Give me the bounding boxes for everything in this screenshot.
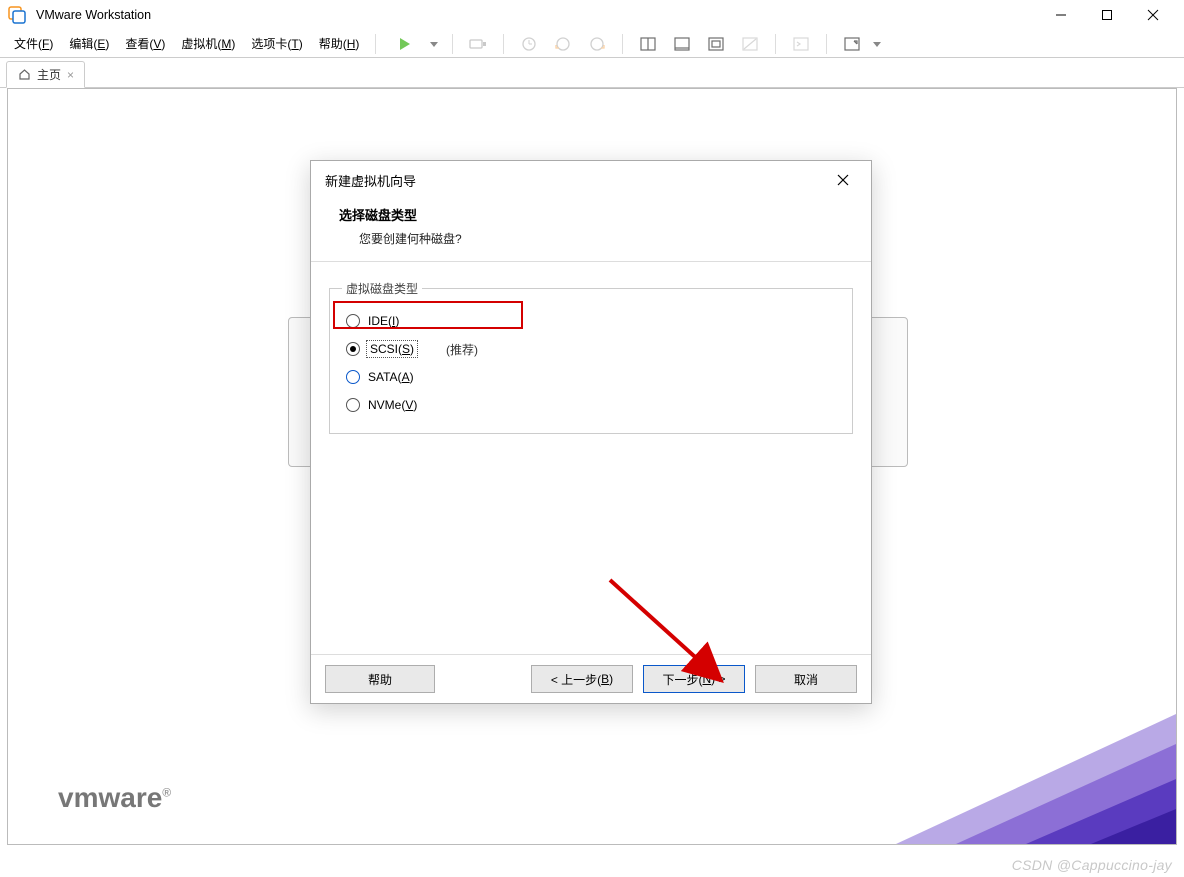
window-maximize-button[interactable] bbox=[1084, 0, 1130, 30]
menu-vm[interactable]: 虚拟机(M) bbox=[177, 32, 239, 55]
toolbar-separator bbox=[452, 34, 453, 54]
disk-type-group: 虚拟磁盘类型 IDE(I) SCSI(S) (推荐) SATA(A) NVMe bbox=[329, 280, 853, 434]
vmware-logo-icon bbox=[8, 6, 26, 24]
layout-split-icon[interactable] bbox=[635, 33, 661, 55]
menubar: 文件(F) 编辑(E) 查看(V) 虚拟机(M) 选项卡(T) 帮助(H) bbox=[0, 30, 1184, 58]
menu-view[interactable]: 查看(V) bbox=[121, 32, 169, 55]
new-vm-wizard-dialog: 新建虚拟机向导 选择磁盘类型 您要创建何种磁盘? 虚拟磁盘类型 IDE(I) S… bbox=[310, 160, 872, 704]
dialog-header: 选择磁盘类型 您要创建何种磁盘? bbox=[311, 199, 871, 261]
toolbar-separator bbox=[503, 34, 504, 54]
radio-icon bbox=[346, 314, 360, 328]
app-window: VMware Workstation 文件(F) 编辑(E) 查看(V) 虚拟机… bbox=[0, 0, 1184, 877]
toolbar-separator bbox=[775, 34, 776, 54]
csdn-watermark: CSDN @Cappuccino-jay bbox=[1012, 857, 1172, 873]
dialog-close-button[interactable] bbox=[829, 166, 857, 194]
tab-home-label: 主页 bbox=[37, 66, 61, 83]
dialog-heading: 选择磁盘类型 bbox=[339, 205, 853, 224]
menu-edit[interactable]: 编辑(E) bbox=[65, 32, 113, 55]
unity-icon[interactable] bbox=[703, 33, 729, 55]
console-icon[interactable] bbox=[788, 33, 814, 55]
display-off-icon[interactable] bbox=[737, 33, 763, 55]
disk-type-sata-label: SATA(A) bbox=[368, 370, 414, 384]
dialog-subheading: 您要创建何种磁盘? bbox=[339, 230, 853, 247]
recommended-hint: (推荐) bbox=[446, 341, 478, 358]
dialog-title: 新建虚拟机向导 bbox=[325, 171, 416, 190]
disk-type-nvme-row[interactable]: NVMe(V) bbox=[342, 391, 840, 419]
dialog-titlebar: 新建虚拟机向导 bbox=[311, 161, 871, 199]
snapshot-manage-icon[interactable] bbox=[584, 33, 610, 55]
toolbar-separator bbox=[375, 34, 376, 54]
snapshot-revert-icon[interactable] bbox=[550, 33, 576, 55]
fullscreen-icon[interactable] bbox=[839, 33, 865, 55]
tab-home[interactable]: 主页 × bbox=[6, 61, 85, 88]
toolbar-separator bbox=[622, 34, 623, 54]
fullscreen-dropdown-caret[interactable] bbox=[873, 40, 883, 48]
disk-type-legend: 虚拟磁盘类型 bbox=[342, 280, 422, 297]
window-title: VMware Workstation bbox=[36, 8, 151, 22]
window-minimize-button[interactable] bbox=[1038, 0, 1084, 30]
vmware-watermark: vmware® bbox=[58, 782, 171, 814]
disk-type-ide-row[interactable]: IDE(I) bbox=[342, 307, 840, 335]
window-close-button[interactable] bbox=[1130, 0, 1176, 30]
power-dropdown-caret[interactable] bbox=[430, 40, 440, 48]
tab-close-icon[interactable]: × bbox=[67, 68, 74, 82]
disk-type-scsi-label: SCSI(S) bbox=[368, 342, 416, 356]
disk-type-ide-label: IDE(I) bbox=[368, 314, 399, 328]
radio-icon bbox=[346, 342, 360, 356]
snapshot-take-icon[interactable] bbox=[516, 33, 542, 55]
cancel-button[interactable]: 取消 bbox=[755, 665, 857, 693]
disk-type-nvme-label: NVMe(V) bbox=[368, 398, 417, 412]
disk-type-scsi-row[interactable]: SCSI(S) (推荐) bbox=[342, 335, 840, 363]
tabstrip: 主页 × bbox=[0, 58, 1184, 88]
next-button[interactable]: 下一步(N) > bbox=[643, 665, 745, 693]
radio-icon bbox=[346, 398, 360, 412]
power-on-button[interactable] bbox=[388, 33, 422, 55]
layout-single-icon[interactable] bbox=[669, 33, 695, 55]
menu-tabs[interactable]: 选项卡(T) bbox=[247, 32, 306, 55]
back-button[interactable]: < 上一步(B) bbox=[531, 665, 633, 693]
help-button[interactable]: 帮助 bbox=[325, 665, 435, 693]
titlebar: VMware Workstation bbox=[0, 0, 1184, 30]
radio-icon bbox=[346, 370, 360, 384]
dialog-body: 虚拟磁盘类型 IDE(I) SCSI(S) (推荐) SATA(A) NVMe bbox=[311, 262, 871, 444]
home-icon bbox=[17, 68, 31, 82]
corner-decoration bbox=[836, 684, 1176, 844]
disk-type-sata-row[interactable]: SATA(A) bbox=[342, 363, 840, 391]
device-icon[interactable] bbox=[465, 33, 491, 55]
dialog-footer: 帮助 < 上一步(B) 下一步(N) > 取消 bbox=[311, 654, 871, 703]
toolbar-separator bbox=[826, 34, 827, 54]
menu-help[interactable]: 帮助(H) bbox=[315, 32, 364, 55]
menu-file[interactable]: 文件(F) bbox=[10, 32, 57, 55]
